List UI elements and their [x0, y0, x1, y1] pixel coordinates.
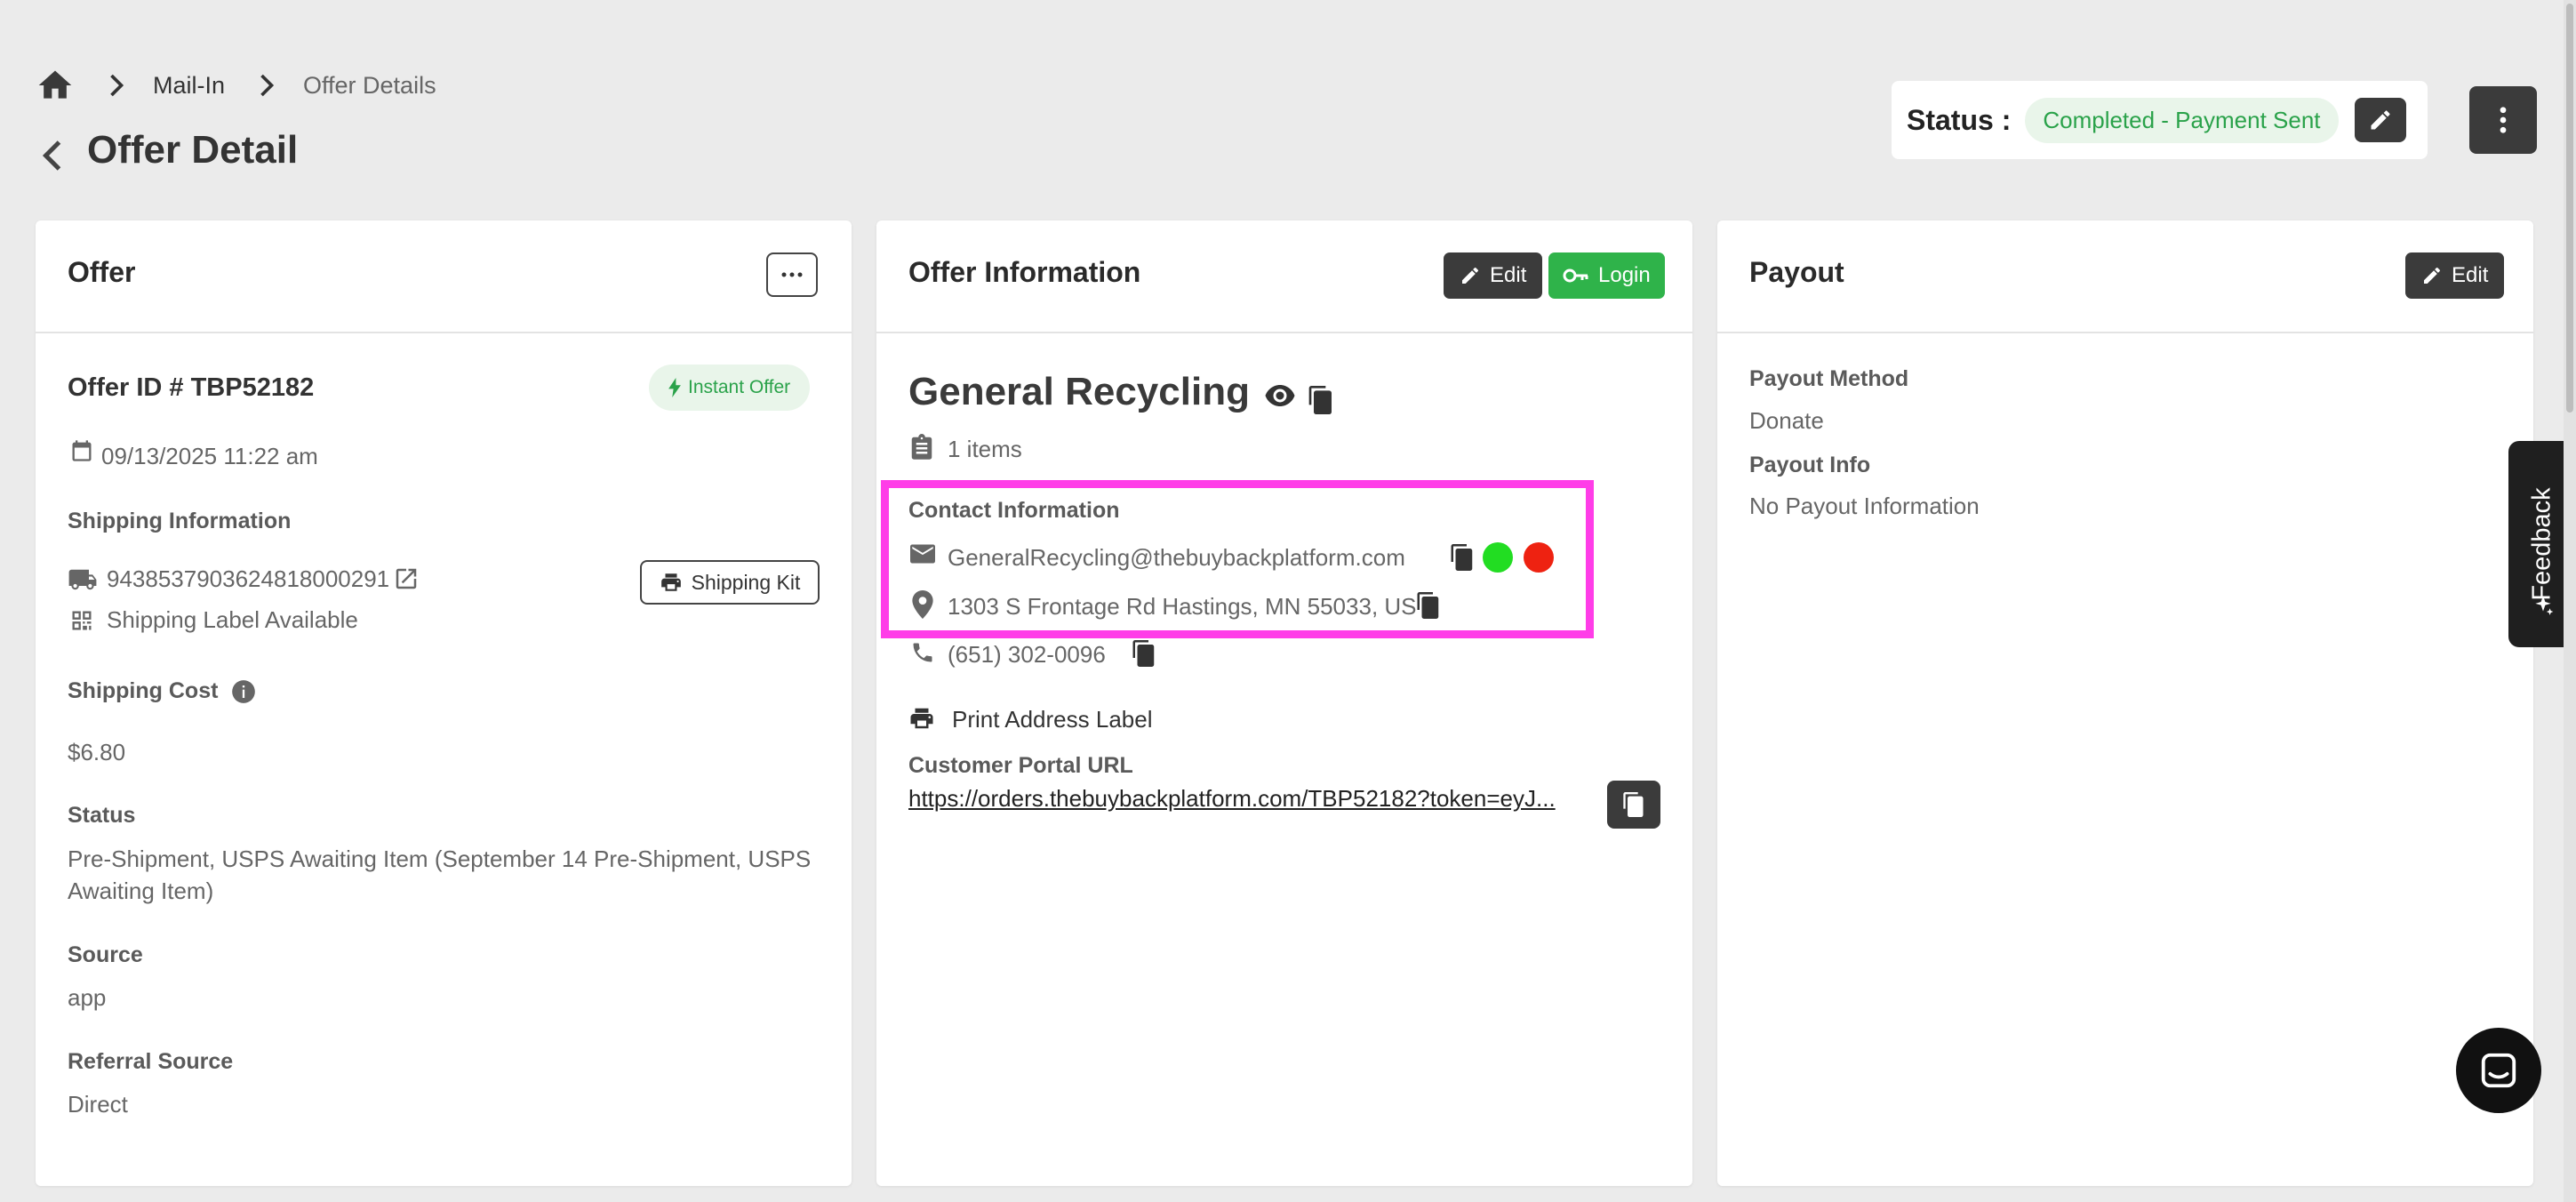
breadcrumb: Mail-In Offer Details	[36, 66, 436, 105]
tracking-number[interactable]: 9438537903624818000291	[107, 565, 389, 593]
chat-launcher-button[interactable]	[2456, 1028, 2541, 1113]
payout-card: Payout Edit Payout Method Donate Payout …	[1717, 220, 2533, 1186]
shipping-kit-button[interactable]: Shipping Kit	[640, 560, 820, 605]
payout-method-value: Donate	[1749, 407, 1824, 434]
phone-icon	[913, 643, 932, 662]
offer-menu-button[interactable]	[766, 252, 818, 297]
payout-info-label: Payout Info	[1749, 453, 1871, 477]
phone-number[interactable]: (651) 302-0096	[948, 641, 1106, 669]
login-label: Login	[1598, 263, 1651, 287]
shipping-info-label: Shipping Information	[68, 509, 292, 533]
offer-date: 09/13/2025 11:22 am	[101, 443, 318, 469]
chevron-right-icon	[107, 72, 126, 99]
chat-icon	[2481, 1053, 2516, 1088]
eye-icon[interactable]	[1264, 384, 1296, 407]
edit-label: Edit	[1490, 263, 1527, 287]
edit-payout-button[interactable]: Edit	[2405, 252, 2505, 299]
more-actions-button[interactable]	[2469, 86, 2537, 154]
printer-icon	[910, 708, 933, 729]
shipping-kit-label: Shipping Kit	[691, 570, 801, 594]
card-title: Offer Information	[908, 256, 1141, 288]
referral-source-label: Referral Source	[68, 1049, 234, 1074]
offer-card: Offer Offer ID # TBP52182 Instant Offer …	[36, 220, 852, 1186]
copy-icon	[1623, 792, 1644, 817]
kebab-icon	[2500, 107, 2507, 133]
offer-information-card: Offer Information Edit Login General Rec…	[876, 220, 1692, 1186]
shipping-label-status: Shipping Label Available	[107, 606, 358, 633]
card-header: Offer	[36, 220, 852, 333]
clipboard-icon	[911, 434, 932, 460]
pencil-icon	[1462, 267, 1478, 284]
payout-info-value: No Payout Information	[1749, 493, 1980, 519]
calendar-icon	[72, 440, 92, 461]
truck-icon	[68, 569, 97, 590]
card-title: Offer	[68, 256, 136, 288]
back-arrow-icon[interactable]	[39, 138, 66, 173]
sparkle-icon	[2535, 596, 2554, 615]
pencil-icon	[2424, 267, 2440, 284]
card-header: Payout Edit	[1717, 220, 2533, 333]
copy-icon[interactable]	[1132, 640, 1156, 667]
customer-name: General Recycling	[908, 370, 1250, 413]
status-panel: Status : Completed - Payment Sent	[1892, 81, 2428, 159]
page-title: Offer Detail	[87, 128, 299, 172]
green-status-dot[interactable]	[1483, 542, 1513, 573]
pencil-icon	[2371, 110, 2389, 130]
card-header: Offer Information Edit Login	[876, 220, 1692, 333]
card-title: Payout	[1749, 256, 1844, 288]
shipping-cost-value: $6.80	[68, 739, 126, 765]
referral-source-value: Direct	[68, 1091, 128, 1118]
login-button[interactable]: Login	[1548, 252, 1665, 299]
home-icon[interactable]	[36, 66, 75, 105]
email-address[interactable]: GeneralRecycling@thebuybackplatform.com	[948, 544, 1405, 572]
copy-icon[interactable]	[1417, 592, 1440, 619]
offer-id: Offer ID # TBP52182	[68, 373, 315, 402]
breadcrumb-mail-in[interactable]: Mail-In	[153, 72, 225, 100]
print-address-label-link[interactable]: Print Address Label	[952, 706, 1152, 733]
status-section-label: Status	[68, 803, 136, 828]
copy-portal-url-button[interactable]	[1607, 781, 1660, 829]
source-label: Source	[68, 942, 143, 967]
scrollbar-track[interactable]	[2564, 0, 2576, 1202]
red-status-dot[interactable]	[1524, 542, 1554, 573]
scrollbar-thumb[interactable]	[2566, 4, 2573, 413]
customer-portal-url[interactable]: https://orders.thebuybackplatform.com/TB…	[908, 785, 1595, 813]
info-icon[interactable]	[231, 679, 256, 704]
payout-method-label: Payout Method	[1749, 366, 1909, 391]
external-link-icon[interactable]	[393, 565, 420, 592]
copy-icon[interactable]	[1451, 544, 1474, 571]
shipping-cost-label: Shipping Cost	[68, 678, 219, 703]
contact-info-label: Contact Information	[908, 498, 1120, 523]
status-label: Status :	[1907, 103, 2012, 136]
instant-offer-badge: Instant Offer	[649, 365, 811, 411]
status-section-value: Pre-Shipment, USPS Awaiting Item (Septem…	[68, 845, 812, 904]
location-pin-icon	[912, 590, 933, 619]
edit-status-button[interactable]	[2354, 98, 2406, 142]
source-value: app	[68, 984, 107, 1011]
edit-offer-info-button[interactable]: Edit	[1444, 252, 1543, 299]
status-badge: Completed - Payment Sent	[2025, 97, 2339, 143]
ellipsis-icon	[781, 272, 803, 277]
customer-portal-label: Customer Portal URL	[908, 753, 1133, 778]
breadcrumb-offer-details: Offer Details	[303, 71, 436, 99]
edit-label: Edit	[2452, 263, 2489, 287]
badge-label: Instant Offer	[688, 377, 791, 397]
printer-icon	[660, 573, 681, 591]
email-icon	[910, 544, 935, 564]
chevron-right-icon	[257, 72, 276, 99]
lightning-icon	[668, 378, 681, 397]
feedback-label: Feedback	[2527, 487, 2556, 601]
items-count: 1 items	[948, 436, 1022, 462]
key-icon	[1563, 268, 1588, 283]
copy-icon[interactable]	[1308, 386, 1333, 414]
qr-code-icon	[72, 611, 92, 630]
address[interactable]: 1303 S Frontage Rd Hastings, MN 55033, U…	[948, 593, 1417, 621]
